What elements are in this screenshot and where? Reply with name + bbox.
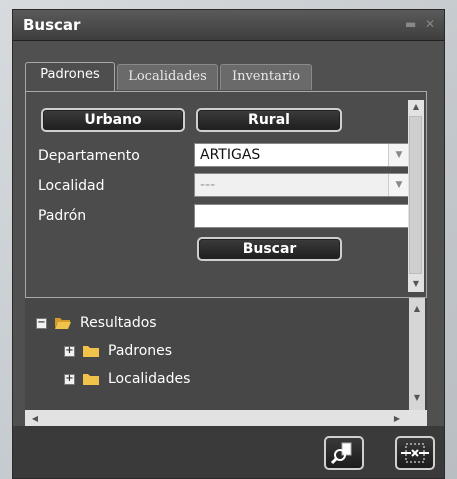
scroll-right-icon[interactable]: ▶ (389, 414, 405, 423)
chevron-down-icon[interactable]: ▼ (388, 144, 409, 166)
buscar-button[interactable]: Buscar (197, 237, 342, 261)
scroll-up-icon[interactable]: ▲ (409, 304, 425, 313)
title-bar[interactable]: Buscar ▬ ✕ (13, 10, 444, 41)
scroll-left-icon[interactable]: ◀ (27, 414, 43, 423)
rural-button[interactable]: Rural (196, 108, 342, 132)
tree-item-label: Padrones (108, 343, 173, 359)
departamento-label: Departamento (38, 148, 140, 164)
collapse-icon[interactable]: − (36, 317, 47, 329)
padron-label: Padrón (38, 208, 87, 224)
scroll-up-icon[interactable]: ▲ (408, 102, 424, 111)
footer-bar (13, 426, 444, 478)
folder-icon (83, 374, 99, 385)
search-window: Buscar ▬ ✕ Padrones Localidades Inventar… (12, 9, 445, 479)
minimize-icon[interactable]: ▬ (405, 17, 416, 31)
chevron-down-icon[interactable]: ▼ (388, 174, 409, 196)
localidad-value: --- (200, 177, 216, 193)
tree-node-localidades[interactable]: + Localidades (64, 371, 190, 387)
localidad-select[interactable]: --- ▼ (194, 173, 410, 197)
padron-input[interactable] (194, 204, 410, 228)
zoom-to-result-icon (330, 442, 352, 465)
open-folder-icon (55, 318, 71, 329)
tree-node-resultados[interactable]: − Resultados (36, 315, 157, 331)
localidad-label: Localidad (38, 178, 105, 194)
folder-icon (83, 346, 99, 357)
tab-inventario[interactable]: Inventario (220, 64, 312, 90)
tree-horizontal-scrollbar[interactable]: ◀ ▶ (25, 410, 427, 426)
zoom-to-result-button[interactable] (324, 436, 364, 470)
tree-node-padrones[interactable]: + Padrones (64, 343, 172, 359)
padrones-panel: Urbano Rural Departamento ARTIGAS ▼ Loca… (25, 91, 427, 298)
scroll-down-icon[interactable]: ▼ (408, 279, 424, 288)
scroll-thumb[interactable] (409, 116, 422, 274)
departamento-value: ARTIGAS (200, 147, 261, 163)
window-title: Buscar (23, 16, 81, 34)
tree-root-label: Resultados (80, 315, 157, 331)
tab-padrones[interactable]: Padrones (25, 62, 115, 91)
clear-results-button[interactable] (395, 436, 435, 470)
results-tree: − Resultados + Padrones + Localidades ▲ … (25, 298, 427, 424)
close-icon[interactable]: ✕ (425, 17, 435, 31)
scroll-down-icon[interactable]: ▼ (409, 393, 425, 402)
clear-results-icon (401, 443, 429, 463)
panel-scrollbar[interactable]: ▲ ▼ (408, 100, 424, 292)
expand-icon[interactable]: + (64, 345, 75, 357)
urbano-button[interactable]: Urbano (41, 108, 185, 132)
tree-scrollbar[interactable]: ▲ ▼ (409, 298, 425, 410)
tab-localidades[interactable]: Localidades (117, 64, 218, 90)
tree-item-label: Localidades (108, 371, 191, 387)
expand-icon[interactable]: + (64, 373, 75, 385)
departamento-select[interactable]: ARTIGAS ▼ (194, 143, 410, 167)
